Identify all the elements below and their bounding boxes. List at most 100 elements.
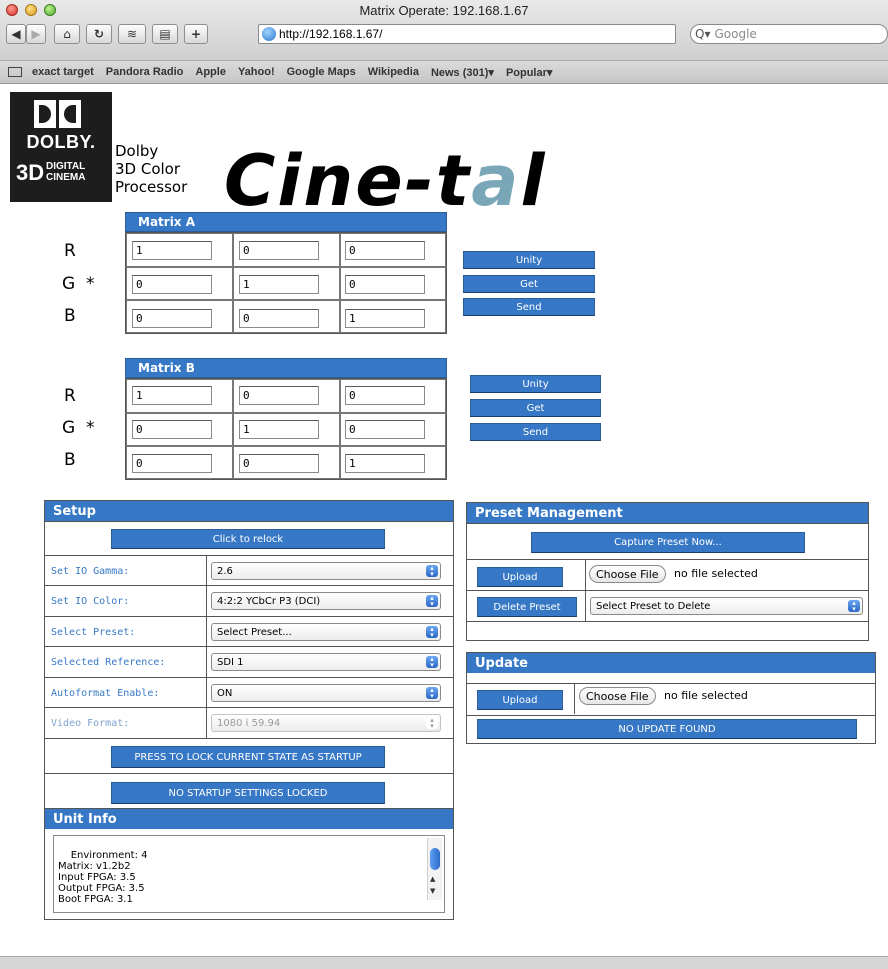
matrix-a-row-label: B: [64, 306, 76, 326]
bookmark-item[interactable]: News (301)▾: [431, 66, 494, 79]
update-status-button[interactable]: NO UPDATE FOUND: [477, 719, 857, 739]
address-bar[interactable]: http://192.168.1.67/: [258, 24, 676, 44]
update-choose-file-button[interactable]: Choose File: [579, 687, 656, 705]
bookmark-item[interactable]: Google Maps: [287, 66, 356, 78]
matrix-a-cell-input[interactable]: 0: [239, 241, 319, 260]
matrix-b-unity-button[interactable]: Unity: [470, 375, 601, 393]
unit-info-textarea[interactable]: Environment: 4 Matrix: v1.2b2 Input FPGA…: [53, 835, 445, 913]
matrix-b-cell-input[interactable]: 1: [239, 420, 319, 439]
preset-select[interactable]: Select Preset... ▴ ▾: [211, 623, 441, 641]
home-button[interactable]: ⌂: [54, 24, 80, 44]
matrix-b-cell-input[interactable]: 0: [132, 454, 212, 473]
matrix-a-cell-input[interactable]: 0: [345, 275, 425, 294]
select-arrows-icon: ▴ ▾: [426, 717, 438, 730]
back-button[interactable]: ◀: [6, 24, 26, 44]
setup-row: Video Format: 1080 i 59.94 ▴ ▾: [45, 707, 453, 738]
io-gamma-select[interactable]: 2.6 ▴ ▾: [211, 562, 441, 580]
matrix-b-get-button[interactable]: Get: [470, 399, 601, 417]
matrix-a-cell-input[interactable]: 1: [345, 309, 425, 328]
delete-preset-button[interactable]: Delete Preset: [477, 597, 577, 617]
autoformat-select[interactable]: ON ▴ ▾: [211, 684, 441, 702]
search-field[interactable]: Q▾ Google: [690, 24, 888, 44]
reference-select[interactable]: SDI 1 ▴ ▾: [211, 653, 441, 671]
matrix-a-cell-input[interactable]: 0: [239, 309, 319, 328]
forward-arrow-icon: ▶: [31, 27, 41, 41]
bookmark-item[interactable]: Popular▾: [506, 66, 552, 79]
cinetal-text-end: l: [520, 140, 547, 222]
bookmark-item[interactable]: Pandora Radio: [106, 66, 184, 78]
matrix-b-title: Matrix B: [125, 358, 447, 378]
cinetal-logo: Cine-tal: [224, 140, 546, 222]
matrix-b-row-label: G *: [62, 418, 95, 438]
setup-row-label: Set IO Gamma:: [51, 566, 130, 577]
bookmark-item[interactable]: Yahoo!: [238, 66, 275, 78]
matrix-a-unity-button[interactable]: Unity: [463, 251, 595, 269]
matrix-b-cell-input[interactable]: 0: [345, 420, 425, 439]
unit-info-scrollbar[interactable]: ▲ ▼: [427, 838, 442, 900]
preset-upload-row: Upload Choose File no file selected: [467, 559, 868, 622]
io-color-select[interactable]: 4:2:2 YCbCr P3 (DCI) ▴ ▾: [211, 592, 441, 610]
address-text: http://192.168.1.67/: [279, 27, 383, 41]
setup-row: Selected Reference: SDI 1 ▴ ▾: [45, 646, 453, 677]
setup-row: Set IO Color: 4:2:2 YCbCr P3 (DCI) ▴ ▾: [45, 585, 453, 616]
forward-button[interactable]: ▶: [26, 24, 46, 44]
add-bookmark-button[interactable]: +: [184, 24, 208, 44]
desc-line: Processor: [115, 178, 188, 196]
update-column-divider: [574, 684, 575, 714]
scroll-up-icon[interactable]: ▲: [430, 874, 435, 885]
search-icon: Q▾: [695, 27, 711, 41]
setup-row-label: Select Preset:: [51, 627, 136, 638]
matrix-a-cell-input[interactable]: 1: [239, 275, 319, 294]
matrix-b-send-button[interactable]: Send: [470, 423, 601, 441]
desc-line: 3D Color: [115, 160, 181, 178]
matrix-a-get-button[interactable]: Get: [463, 275, 595, 293]
matrix-b-cell-input[interactable]: 0: [132, 420, 212, 439]
update-title: Update: [467, 653, 875, 673]
relock-button[interactable]: Click to relock: [111, 529, 385, 549]
matrix-b-row-label: B: [64, 450, 76, 470]
reload-icon: ↻: [93, 27, 105, 41]
setup-panel: Setup Click to relock Set IO Gamma: 2.6 ▴…: [44, 500, 454, 810]
lock-startup-button[interactable]: PRESS TO LOCK CURRENT STATE AS STARTUP: [111, 746, 385, 768]
preset-capture-row: Capture Preset Now...: [467, 523, 868, 559]
io-color-value: 4:2:2 YCbCr P3 (DCI): [217, 595, 321, 607]
matrix-b-cell-input[interactable]: 1: [345, 454, 425, 473]
update-upload-button[interactable]: Upload: [477, 690, 563, 710]
desc-line: Dolby: [115, 142, 159, 160]
preset-choose-file-button[interactable]: Choose File: [589, 565, 666, 583]
matrix-b-cell-input[interactable]: 0: [345, 386, 425, 405]
select-arrows-icon: ▴ ▾: [426, 656, 438, 669]
setup-row-label: Video Format:: [51, 718, 130, 729]
window-titlebar: Matrix Operate: 192.168.1.67 ◀ ▶ ⌂ ↻ ≋ ▤…: [0, 0, 888, 61]
update-upload-row: Upload Choose File no file selected: [467, 683, 875, 715]
matrix-b-cell-input[interactable]: 1: [132, 386, 212, 405]
startup-status-button[interactable]: NO STARTUP SETTINGS LOCKED: [111, 782, 385, 804]
matrix-a-cell-input[interactable]: 0: [132, 275, 212, 294]
scroll-down-icon[interactable]: ▼: [430, 886, 435, 897]
capture-preset-button[interactable]: Capture Preset Now...: [531, 532, 805, 553]
delete-preset-value: Select Preset to Delete: [596, 600, 711, 612]
globe-icon: [262, 27, 276, 41]
bookmark-item[interactable]: Apple: [195, 66, 226, 78]
plus-icon: +: [190, 27, 202, 41]
reload-button[interactable]: ↻: [86, 24, 112, 44]
matrix-a-cell-input[interactable]: 0: [132, 309, 212, 328]
setup-row: Select Preset: Select Preset... ▴ ▾: [45, 616, 453, 646]
matrix-a-cell-input[interactable]: 1: [132, 241, 212, 260]
delete-preset-select[interactable]: Select Preset to Delete ▴ ▾: [590, 597, 863, 615]
select-arrows-icon: ▴ ▾: [426, 626, 438, 639]
search-placeholder: Google: [714, 27, 757, 41]
preset-upload-button[interactable]: Upload: [477, 567, 563, 587]
bookmark-item[interactable]: Wikipedia: [368, 66, 419, 78]
matrix-a-send-button[interactable]: Send: [463, 298, 595, 316]
matrix-b-cell-input[interactable]: 0: [239, 454, 319, 473]
bookmark-item[interactable]: exact target: [32, 66, 94, 78]
matrix-a-cell-input[interactable]: 0: [345, 241, 425, 260]
bookmarks-book-icon[interactable]: [8, 67, 22, 77]
print-button[interactable]: ▤: [152, 24, 178, 44]
preset-empty-row: [467, 621, 868, 640]
matrix-b-cell-input[interactable]: 0: [239, 386, 319, 405]
snapback-button[interactable]: ≋: [118, 24, 146, 44]
scroll-thumb[interactable]: [430, 848, 440, 870]
status-bar: [0, 956, 888, 969]
